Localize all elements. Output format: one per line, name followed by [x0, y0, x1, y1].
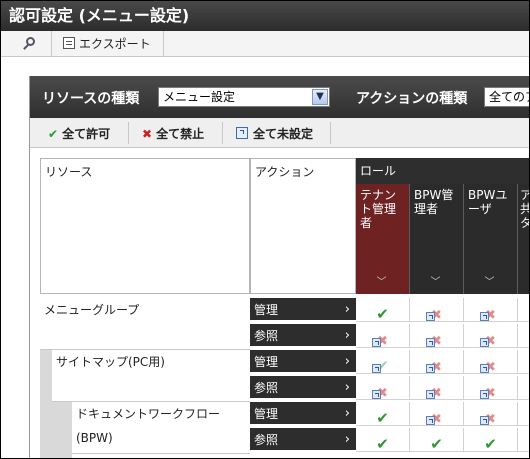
inherited-deny-icon: ✖ — [425, 303, 446, 323]
permission-cell[interactable]: ✖ — [356, 324, 410, 349]
permission-cell[interactable]: ✖ — [410, 298, 464, 323]
chevron-down-icon: ﹀ — [484, 277, 495, 288]
chevron-right-icon: › — [344, 380, 350, 395]
resource-type-select[interactable]: メニュー設定 ▼ — [158, 87, 330, 107]
resource-type-value: メニュー設定 — [163, 90, 236, 104]
action-cell[interactable]: 管理 › — [250, 298, 356, 322]
inherited-deny-icon: ✖ — [371, 329, 392, 349]
permission-cell[interactable]: ✖ — [464, 376, 518, 401]
permission-cell[interactable]: ✖ — [410, 402, 464, 427]
cross-icon: ✖ — [142, 127, 153, 141]
resource-row-document-workflow: ドキュメントワークフロー(BPW) — [72, 402, 250, 454]
resource-row-sitemap: サイトマップ(PC用) — [52, 350, 250, 402]
permission-cell[interactable]: ✖ — [356, 376, 410, 401]
bulk-action-bar: ✔ 全て許可 ✖ 全て禁止 全て未設定 — [30, 118, 529, 148]
inherited-deny-icon: ✖ — [425, 407, 446, 427]
allow-check-icon: ✔ — [430, 434, 443, 453]
action-type-value: 全てのア — [489, 90, 529, 104]
inherited-deny-icon: ✖ — [425, 355, 446, 375]
action-cell[interactable]: 参照 › — [250, 324, 356, 348]
window-title: 認可設定 (メニュー設定) — [1, 1, 529, 31]
allow-check-icon: ✔ — [484, 434, 497, 453]
inherited-deny-icon: ✖ — [479, 303, 500, 323]
column-header-resource: リソース — [40, 158, 250, 294]
allow-all-label: 全て許可 — [62, 127, 111, 141]
resource-type-label: リソースの種類 — [42, 91, 140, 107]
main-content: リソースの種類 メニュー設定 ▼ アクションの種類 全てのア ✔全て許可 ✖全て… — [1, 58, 529, 458]
export-label: エクスポート — [79, 37, 151, 51]
permission-cell[interactable]: ✖ — [410, 376, 464, 401]
action-cell[interactable]: 管理 › — [250, 350, 356, 374]
permission-cell[interactable]: ✔ — [356, 350, 410, 374]
check-icon: ✔ — [48, 127, 59, 141]
filter-header: リソースの種類 メニュー設定 ▼ アクションの種類 全てのア — [30, 76, 529, 118]
inherited-deny-icon: ✖ — [479, 329, 500, 349]
column-header-role: ロール — [356, 158, 529, 184]
permission-cell[interactable]: ✔ — [356, 402, 410, 426]
role-header-tenant-admin[interactable]: テナント管理者 ﹀ — [356, 184, 410, 294]
action-cell[interactable]: 参照 › — [250, 428, 356, 452]
permission-cell-partial[interactable] — [518, 324, 529, 348]
chevron-right-icon: › — [344, 328, 350, 343]
resource-row-menu-group: メニューグループ — [40, 298, 250, 350]
column-header-action: アクション — [250, 158, 356, 294]
permission-cell[interactable]: ✔ — [464, 428, 518, 452]
inherited-deny-icon: ✖ — [479, 381, 500, 401]
permission-cell[interactable]: ✖ — [464, 324, 518, 349]
permission-cell-partial[interactable] — [518, 350, 529, 374]
app-window: 認可設定 (メニュー設定) エクスポート リソースの種類 メニュー設定 ▼ アク… — [0, 0, 530, 459]
role-header-bpw-user[interactable]: BPWユーザ ﹀ — [464, 184, 518, 294]
permission-cell[interactable]: ✖ — [464, 350, 518, 375]
chevron-right-icon: › — [344, 432, 350, 447]
allow-check-icon: ✔ — [376, 304, 389, 323]
action-type-select[interactable]: 全てのア — [484, 87, 529, 107]
allow-all-button[interactable]: ✔ 全て許可 — [48, 124, 110, 144]
action-cell[interactable]: 管理 › — [250, 402, 356, 426]
chevron-down-icon: ▼ — [312, 89, 328, 105]
permission-cell[interactable]: ✔ — [356, 298, 410, 322]
export-button[interactable]: エクスポート — [63, 33, 163, 55]
unset-all-label: 全て未設定 — [253, 127, 314, 141]
permission-cell[interactable]: ✖ — [464, 298, 518, 323]
permission-cell[interactable]: ✖ — [464, 402, 518, 427]
allow-check-icon: ✔ — [376, 434, 389, 453]
chevron-right-icon: › — [344, 302, 350, 317]
role-header-partial[interactable]: ア共タ — [518, 184, 529, 294]
permission-cell[interactable]: ✔ — [410, 428, 464, 452]
permission-cell[interactable]: ✖ — [410, 350, 464, 375]
inherited-deny-icon: ✖ — [479, 407, 500, 427]
permission-cell-partial[interactable] — [518, 298, 529, 322]
permission-cell[interactable]: ✔ — [356, 428, 410, 452]
inherited-deny-icon: ✖ — [371, 381, 392, 401]
export-icon — [63, 37, 75, 49]
inherited-allow-icon: ✔ — [371, 355, 392, 374]
unset-icon — [236, 127, 248, 139]
action-type-label: アクションの種類 — [356, 91, 468, 107]
chevron-down-icon: ﹀ — [376, 277, 387, 288]
permission-cell-partial[interactable] — [518, 376, 529, 400]
inherited-deny-icon: ✖ — [479, 355, 500, 375]
search-icon — [23, 37, 37, 51]
inherited-deny-icon: ✖ — [425, 329, 446, 349]
permission-cell-partial[interactable] — [518, 402, 529, 426]
unset-all-button[interactable]: 全て未設定 — [236, 124, 313, 144]
search-button[interactable] — [23, 33, 43, 55]
permission-panel: リソースの種類 メニュー設定 ▼ アクションの種類 全てのア ✔全て許可 ✖全て… — [29, 76, 529, 458]
deny-all-label: 全て禁止 — [156, 127, 205, 141]
permission-grid: リソース アクション ロール テナント管理者 ﹀ BPW管理者 ﹀ BPWユーザ… — [40, 158, 529, 458]
chevron-right-icon: › — [344, 406, 350, 421]
deny-all-button[interactable]: ✖ 全て禁止 — [142, 124, 204, 144]
allow-check-icon: ✔ — [376, 408, 389, 427]
chevron-down-icon: ﹀ — [430, 277, 441, 288]
permission-cell-partial[interactable] — [518, 428, 529, 452]
chevron-right-icon: › — [344, 354, 350, 369]
inherited-deny-icon: ✖ — [425, 381, 446, 401]
role-header-bpw-admin[interactable]: BPW管理者 ﹀ — [410, 184, 464, 294]
action-cell[interactable]: 参照 › — [250, 376, 356, 400]
toolbar: エクスポート — [1, 31, 529, 57]
permission-cell[interactable]: ✖ — [410, 324, 464, 349]
